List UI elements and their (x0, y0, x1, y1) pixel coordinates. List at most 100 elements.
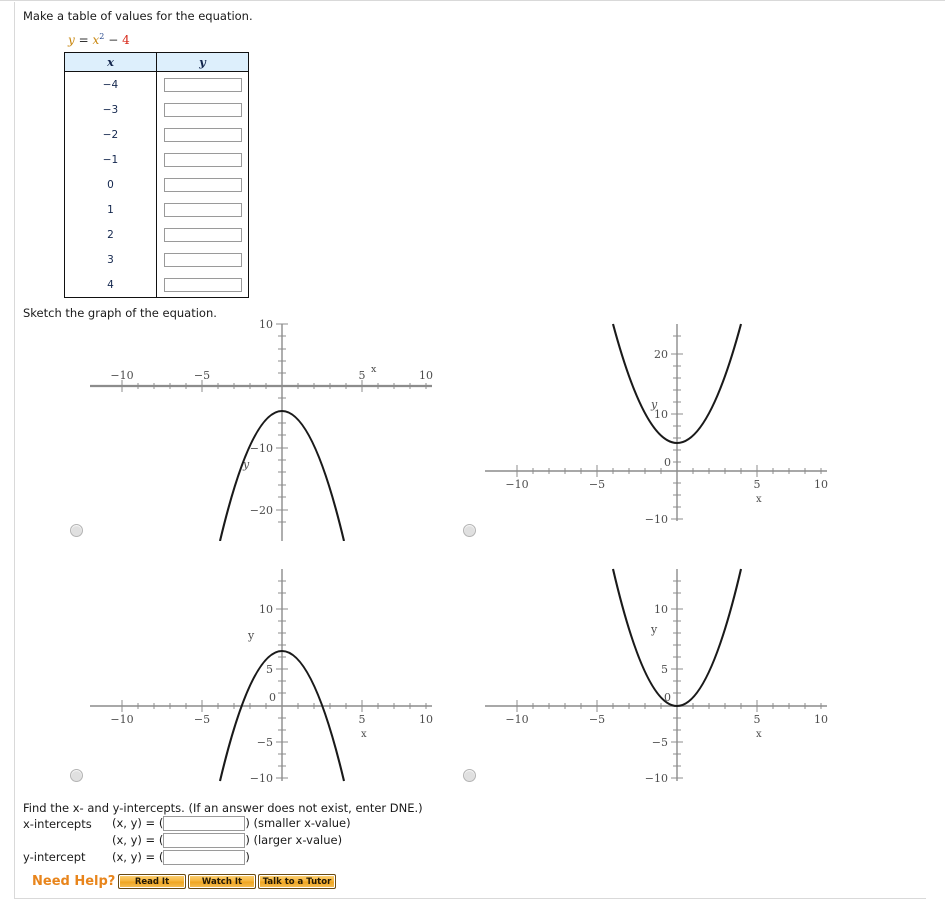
xtick-label: 10 (814, 713, 828, 726)
watch-it-button[interactable]: Watch It (188, 874, 256, 889)
xtick-label: −5 (589, 478, 605, 491)
x-intercept-larger-input[interactable] (163, 833, 246, 848)
xtick-label: 0 (269, 691, 276, 704)
table-row: 3 (64, 247, 249, 272)
x-value-cell: 3 (64, 247, 157, 272)
y-value-input[interactable] (163, 177, 242, 192)
x-intercept-smaller-input[interactable] (163, 816, 246, 831)
talk-to-a-tutor-button[interactable]: Talk to a Tutor (258, 874, 336, 889)
xtick-label: −5 (589, 713, 605, 726)
x-value-cell: −2 (64, 122, 157, 147)
y-value-input[interactable] (163, 77, 242, 92)
y-value-cell (156, 71, 249, 97)
xtick-label: 5 (359, 369, 366, 382)
xtick-label: −10 (505, 478, 528, 491)
coord-prefix: (x, y) = ( (112, 816, 164, 830)
x-value-cell: 1 (64, 197, 157, 222)
table-header-row: x y (64, 52, 249, 72)
y-axis-label: y (247, 629, 255, 642)
xtick-label: 5 (754, 478, 761, 491)
table-of-values: x y −4 −3 −2 −1 0 1 2 3 4 (64, 52, 249, 298)
xtick-label: 10 (814, 478, 828, 491)
ytick-label: 10 (259, 318, 273, 331)
ytick-label: 10 (654, 603, 668, 616)
x-value-cell: −1 (64, 147, 157, 172)
y-value-input[interactable] (163, 202, 242, 217)
table-body: −4 −3 −2 −1 0 1 2 3 4 (64, 71, 249, 298)
equation-constant: 4 (122, 33, 130, 47)
ytick-label: 5 (661, 663, 668, 676)
graph-plot-b: −10 −5 0 5 10 x 20 10 −10 y (475, 316, 835, 544)
y-intercept-input[interactable] (163, 850, 246, 865)
x-intercepts-label: x-intercepts (23, 817, 92, 831)
y-intercept-row: (x, y) = () (112, 850, 250, 865)
x-intercept-larger-note: (larger x-value) (253, 833, 343, 847)
y-value-input[interactable] (163, 152, 242, 167)
y-axis-label: y (650, 623, 658, 636)
ytick-label: −20 (250, 504, 273, 517)
equation-minus: − (108, 33, 119, 47)
x-value-cell: 0 (64, 172, 157, 197)
coord-prefix: (x, y) = ( (112, 850, 164, 864)
x-axis-label: x (756, 494, 762, 505)
xtick-label: 10 (419, 713, 433, 726)
y-value-input[interactable] (163, 277, 242, 292)
y-value-cell (156, 172, 249, 197)
y-value-input[interactable] (163, 127, 242, 142)
ytick-label: −5 (652, 736, 668, 749)
equation-display: y = x2 − 4 (68, 32, 130, 47)
need-help-label: Need Help? (32, 874, 116, 889)
table-row: −2 (64, 122, 249, 147)
y-value-input[interactable] (163, 227, 242, 242)
y-value-cell (156, 197, 249, 222)
y-axis-label: y (650, 398, 658, 411)
xtick-label: 0 (664, 456, 671, 469)
ytick-label: −5 (257, 736, 273, 749)
prompt-find-intercepts: Find the x- and y-intercepts. (If an ans… (23, 801, 423, 815)
graph-plot-c: −10 −5 0 5 10 x 10 5 −5 −10 y (80, 561, 440, 789)
xtick-label: −10 (110, 369, 133, 382)
x-axis-label: x (361, 729, 367, 740)
y-value-cell (156, 247, 249, 272)
y-value-cell (156, 97, 249, 122)
y-intercept-label: y-intercept (23, 850, 86, 864)
table-row: 2 (64, 222, 249, 247)
ytick-label: −10 (250, 442, 273, 455)
y-value-cell (156, 122, 249, 147)
xtick-label: −5 (194, 369, 210, 382)
xtick-label: −10 (505, 713, 528, 726)
xtick-label: −10 (110, 713, 133, 726)
coord-suffix: ) (245, 833, 250, 847)
xtick-label: 5 (359, 713, 366, 726)
x-intercept-smaller-note: (smaller x-value) (253, 816, 351, 830)
left-border-rule (14, 2, 15, 898)
parabola-up-vertex-neg4-svg: −10 −5 0 5 10 x 10 5 −5 −10 y (485, 568, 828, 785)
table-row: −1 (64, 147, 249, 172)
x-value-cell: 4 (64, 272, 157, 298)
ytick-label: −10 (645, 772, 668, 785)
x-value-cell: −4 (64, 71, 157, 97)
parabola-down-vertex-pos4-svg: −10 −5 0 5 10 x 10 5 −5 −10 y (90, 569, 433, 785)
x-intercept-row-larger: (x, y) = () (larger x-value) (112, 833, 342, 848)
prompt-make-table: Make a table of values for the equation. (23, 9, 253, 23)
y-value-input[interactable] (163, 252, 242, 267)
column-header-y: y (156, 52, 249, 72)
ytick-label: 20 (654, 348, 668, 361)
ytick-label: −10 (250, 772, 273, 785)
table-row: 4 (64, 272, 249, 298)
equation-equals: = (78, 33, 89, 47)
x-value-cell: 2 (64, 222, 157, 247)
ytick-label: −10 (645, 513, 668, 526)
read-it-button[interactable]: Read It (118, 874, 186, 889)
x-axis-label: x (371, 364, 377, 375)
graph-plot-d: −10 −5 0 5 10 x 10 5 −5 −10 y (475, 561, 835, 789)
x-axis-label: x (756, 729, 762, 740)
parabola-down-vertex-neg4-svg: −10 −5 5 10 x 10 −10 −20 y (90, 318, 433, 542)
y-value-input[interactable] (163, 102, 242, 117)
parabola-up-vertex-pos4-svg: −10 −5 0 5 10 x 20 10 −10 y (485, 323, 828, 526)
column-header-x: x (64, 52, 157, 72)
y-value-cell (156, 147, 249, 172)
xtick-label: 10 (419, 369, 433, 382)
coord-suffix: ) (245, 816, 250, 830)
question-page: Make a table of values for the equation.… (0, 0, 945, 917)
